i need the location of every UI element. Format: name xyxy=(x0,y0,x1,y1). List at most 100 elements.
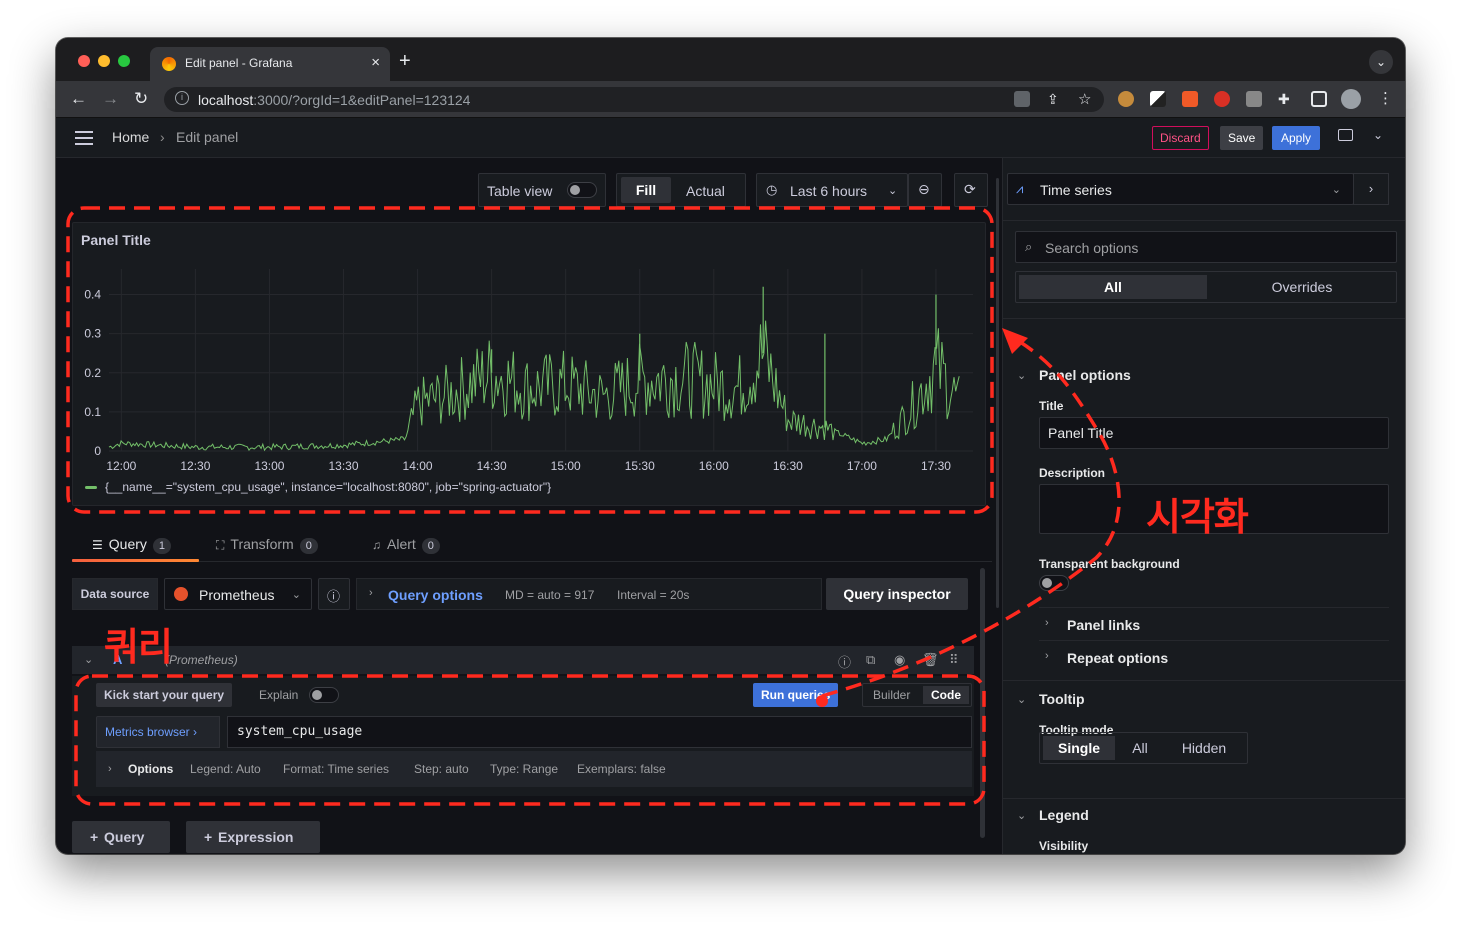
x-tick-label: 13:00 xyxy=(254,459,284,473)
breadcrumb-home[interactable]: Home xyxy=(112,129,149,145)
maximize-window-button[interactable] xyxy=(118,55,130,67)
ex-extension-icon[interactable] xyxy=(1182,91,1198,107)
minimize-window-button[interactable] xyxy=(98,55,110,67)
chevron-right-icon: › xyxy=(108,763,112,775)
drag-handle-icon[interactable]: ⠿ xyxy=(949,652,959,668)
profile-avatar[interactable] xyxy=(1341,89,1361,109)
fill-button[interactable]: Fill xyxy=(621,177,671,203)
x-tick-label: 12:30 xyxy=(180,459,210,473)
browser-tab[interactable]: Edit panel - Grafana × xyxy=(150,47,390,81)
repeat-options-header[interactable]: Repeat options xyxy=(1067,650,1168,666)
splitter-handle[interactable] xyxy=(996,178,999,608)
title-input[interactable]: Panel Title xyxy=(1039,417,1389,449)
datasource-help-button[interactable]: ⓘ xyxy=(318,578,350,610)
puzzle-extensions-icon[interactable]: ✚ xyxy=(1278,91,1290,108)
add-query-label: Query xyxy=(104,829,145,845)
close-window-button[interactable] xyxy=(78,55,90,67)
extension-icon[interactable] xyxy=(1214,91,1230,107)
add-expression-button[interactable]: + Expression xyxy=(186,821,320,853)
tab-query[interactable]: ☰ Query 1 xyxy=(92,536,172,554)
translate-icon[interactable] xyxy=(1014,91,1030,107)
chevron-down-icon[interactable]: ⌄ xyxy=(1017,369,1026,382)
chevron-right-icon[interactable]: › xyxy=(1045,650,1049,662)
table-view-switch[interactable] xyxy=(567,182,597,198)
dark-reader-extension-icon[interactable] xyxy=(1150,91,1166,107)
reload-icon[interactable]: ↻ xyxy=(134,89,148,109)
zoom-out-button[interactable]: ⊖ xyxy=(908,173,942,207)
chevron-down-icon[interactable]: ⌄ xyxy=(1017,809,1026,822)
help-icon[interactable]: ⓘ xyxy=(838,652,851,671)
panel-options-header[interactable]: Panel options xyxy=(1039,367,1131,383)
tab-close-icon[interactable]: × xyxy=(371,54,380,71)
refresh-button[interactable]: ⟳ xyxy=(954,173,988,207)
add-query-button[interactable]: + Query xyxy=(72,821,170,853)
query-options-link[interactable]: Query options xyxy=(388,587,483,603)
browser-menu-icon[interactable]: ⋮ xyxy=(1378,89,1393,107)
explain-switch[interactable] xyxy=(309,687,339,703)
builder-tab[interactable]: Builder xyxy=(873,688,910,702)
tooltip-mode-hidden[interactable]: Hidden xyxy=(1164,736,1244,760)
legend-item[interactable]: {__name__="system_cpu_usage", instance="… xyxy=(85,480,551,494)
table-view-label: Table view xyxy=(487,183,553,199)
all-tab[interactable]: All xyxy=(1019,275,1207,299)
query-editor: Kick start your query Explain Run querie… xyxy=(72,676,974,796)
title-label: Title xyxy=(1039,399,1064,413)
url-field[interactable]: i localhost:3000/?orgId=1&editPanel=1231… xyxy=(164,87,1104,112)
collapse-pane-chevron-icon[interactable]: › xyxy=(1353,173,1389,205)
options-exemplars: Exemplars: false xyxy=(577,762,666,776)
query-options-row[interactable]: › Options Legend: Auto Format: Time seri… xyxy=(96,751,972,787)
visualization-picker[interactable]: ⩘ Time series ⌄ xyxy=(1007,173,1354,205)
browser-tabbar: Edit panel - Grafana × + ⌄ xyxy=(56,38,1405,81)
tab-search-icon[interactable]: ⌄ xyxy=(1369,50,1393,74)
kick-start-button[interactable]: Kick start your query xyxy=(96,683,233,707)
search-options-input[interactable]: ⌕ Search options xyxy=(1015,231,1397,263)
sidepanel-icon[interactable] xyxy=(1311,91,1327,107)
apply-button[interactable]: Apply xyxy=(1272,126,1321,150)
time-range-picker[interactable]: ◷ Last 6 hours ⌄ xyxy=(756,173,908,207)
back-arrow-icon[interactable]: ← xyxy=(70,89,87,109)
transform-icon: ⛶ xyxy=(216,538,225,552)
table-view-toggle[interactable]: Table view xyxy=(478,173,606,207)
notion-extension-icon[interactable] xyxy=(1246,91,1262,107)
run-queries-button[interactable]: Run queries xyxy=(753,683,839,707)
tv-mode-icon[interactable] xyxy=(1338,129,1353,141)
discard-button[interactable]: Discard xyxy=(1152,126,1209,150)
menu-icon[interactable] xyxy=(75,131,93,149)
tooltip-mode-single[interactable]: Single xyxy=(1043,736,1115,760)
query-options-bar[interactable]: › Query options MD = auto = 917 Interval… xyxy=(356,578,822,610)
actual-button[interactable]: Actual xyxy=(686,183,725,199)
eye-icon[interactable]: ◉ xyxy=(894,652,905,668)
tooltip-header[interactable]: Tooltip xyxy=(1039,691,1085,707)
query-row-header[interactable]: ⌄ A (Prometheus) ⓘ ⧉ ◉ 🗑 ⠿ xyxy=(72,646,974,674)
save-button[interactable]: Save xyxy=(1220,126,1264,150)
x-tick-label: 15:00 xyxy=(551,459,581,473)
tooltip-mode-all[interactable]: All xyxy=(1118,736,1162,760)
promql-query-input[interactable]: system_cpu_usage xyxy=(227,716,972,748)
code-tab[interactable]: Code xyxy=(923,686,969,704)
tab-alert[interactable]: ♫ Alert 0 xyxy=(372,536,440,554)
chevron-right-icon[interactable]: › xyxy=(1045,617,1049,629)
x-tick-label: 15:30 xyxy=(625,459,655,473)
time-series-panel: Panel Title 0 0.1 0.2 0.3 0.4 12:00 12:30 13:00… xyxy=(72,222,986,506)
trash-icon[interactable]: 🗑 xyxy=(922,652,939,668)
legend-header[interactable]: Legend xyxy=(1039,807,1089,823)
active-tab-indicator xyxy=(72,559,199,562)
metrics-browser-button[interactable]: Metrics browser › xyxy=(96,716,220,748)
chevron-down-icon[interactable]: ⌄ xyxy=(1017,693,1026,706)
site-info-icon[interactable]: i xyxy=(175,91,189,105)
panel-links-header[interactable]: Panel links xyxy=(1067,617,1140,633)
share-icon[interactable]: ⇪ xyxy=(1047,91,1059,108)
query-inspector-button[interactable]: Query inspector xyxy=(826,578,968,610)
datasource-picker[interactable]: Prometheus ⌄ xyxy=(164,578,312,610)
forward-arrow-icon[interactable]: → xyxy=(102,89,119,109)
transparent-switch[interactable] xyxy=(1039,575,1069,591)
new-tab-icon[interactable]: + xyxy=(399,50,411,73)
editor-scrollbar[interactable] xyxy=(980,568,985,838)
duplicate-icon[interactable]: ⧉ xyxy=(866,652,875,668)
cookie-extension-icon[interactable] xyxy=(1118,91,1134,107)
tab-transform[interactable]: ⛶ Transform 0 xyxy=(216,536,318,554)
bookmark-star-icon[interactable]: ☆ xyxy=(1078,90,1091,108)
chevron-down-icon[interactable]: ⌄ xyxy=(1373,128,1383,142)
collapse-chevron-icon[interactable]: ⌄ xyxy=(84,653,93,666)
overrides-tab[interactable]: Overrides xyxy=(1208,275,1396,299)
